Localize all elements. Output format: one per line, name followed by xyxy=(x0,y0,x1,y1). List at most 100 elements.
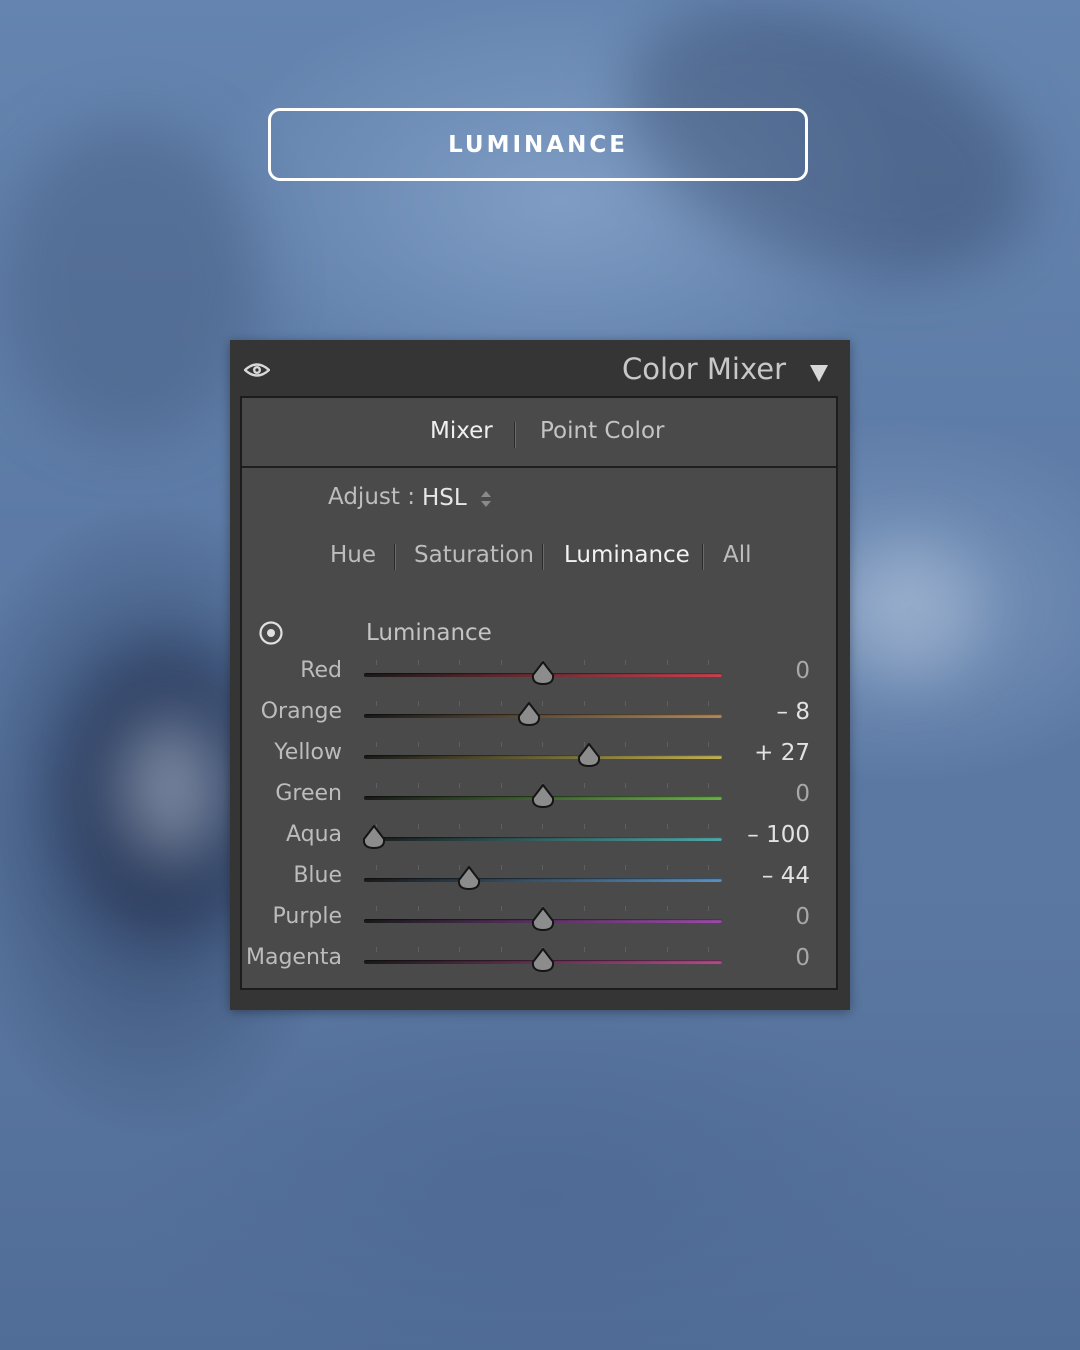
slider-tick xyxy=(542,742,543,747)
mode-tabbar: Mixer Point Color xyxy=(242,398,836,468)
slider-tick xyxy=(459,824,460,829)
slider-tick xyxy=(666,701,668,706)
slider-tick xyxy=(542,865,543,870)
slider-thumb[interactable] xyxy=(531,907,555,933)
slider-tick xyxy=(625,742,626,747)
slider-tick xyxy=(500,660,502,665)
subtab-divider xyxy=(542,544,544,570)
slider-tick xyxy=(500,947,502,952)
slider-tick xyxy=(583,701,585,706)
slider-value[interactable]: – 100 xyxy=(747,822,810,848)
slider-row-blue: Blue – 44 xyxy=(242,861,836,899)
slider-tick xyxy=(500,701,502,706)
subtab-all[interactable]: All xyxy=(723,542,752,568)
slider-tick xyxy=(459,783,460,788)
panel-header: Color Mixer xyxy=(230,340,850,397)
slider-tick xyxy=(666,906,668,911)
slider-thumb[interactable] xyxy=(577,743,601,769)
slider-tick xyxy=(666,742,668,747)
slider-tick xyxy=(625,660,626,665)
slider-tick xyxy=(459,947,460,952)
tab-mixer[interactable]: Mixer xyxy=(430,418,493,444)
subtab-saturation[interactable]: Saturation xyxy=(414,542,534,568)
title-banner: LUMINANCE xyxy=(268,108,808,181)
slider-tick xyxy=(583,947,585,952)
section-label: Luminance xyxy=(366,620,492,646)
slider-label: Aqua xyxy=(285,822,342,847)
slider-tick xyxy=(708,660,709,665)
slider-thumb[interactable] xyxy=(517,702,541,728)
slider-value[interactable]: 0 xyxy=(795,658,810,684)
slider-tick xyxy=(625,906,626,911)
slider-tick xyxy=(625,947,626,952)
slider-tick xyxy=(625,783,626,788)
slider-tick xyxy=(500,742,502,747)
slider-tick xyxy=(376,660,377,665)
slider-row-magenta: Magenta 0 xyxy=(242,943,836,981)
slider-value[interactable]: – 44 xyxy=(762,863,810,889)
panel-body: Mixer Point Color Adjust : HSL Hue Satur… xyxy=(240,396,838,990)
slider-tick xyxy=(625,824,626,829)
slider-value[interactable]: 0 xyxy=(795,904,810,930)
updown-stepper-icon[interactable] xyxy=(480,488,492,510)
slider-tick xyxy=(542,824,543,829)
subtab-luminance[interactable]: Luminance xyxy=(564,542,690,568)
slider-track[interactable] xyxy=(364,714,722,718)
slider-tick xyxy=(583,783,585,788)
slider-tick xyxy=(666,783,668,788)
slider-label: Blue xyxy=(293,863,342,888)
slider-value[interactable]: 0 xyxy=(795,781,810,807)
slider-tick xyxy=(583,824,585,829)
slider-tick xyxy=(708,783,709,788)
slider-tick xyxy=(376,742,377,747)
tab-point-color[interactable]: Point Color xyxy=(540,418,664,444)
triangle-down-icon[interactable] xyxy=(808,362,830,384)
slider-thumb[interactable] xyxy=(531,784,555,810)
slider-tick xyxy=(666,947,668,952)
slider-value[interactable]: + 27 xyxy=(754,740,810,766)
slider-ticks xyxy=(376,865,709,873)
slider-track[interactable] xyxy=(364,878,722,882)
slider-tick xyxy=(417,742,419,747)
subtab-divider xyxy=(394,544,396,570)
slider-label: Magenta xyxy=(245,945,342,970)
slider-value[interactable]: 0 xyxy=(795,945,810,971)
slider-tick xyxy=(542,701,543,706)
slider-tick xyxy=(583,906,585,911)
slider-tick xyxy=(666,865,668,870)
slider-thumb[interactable] xyxy=(457,866,481,892)
subtab-divider xyxy=(702,544,704,570)
slider-row-red: Red 0 xyxy=(242,656,836,694)
slider-tick xyxy=(417,701,419,706)
adjust-label: Adjust : xyxy=(328,484,415,510)
panel-title: Color Mixer xyxy=(621,352,786,386)
slider-tick xyxy=(376,783,377,788)
slider-thumb[interactable] xyxy=(531,948,555,974)
slider-ticks xyxy=(376,824,709,832)
slider-tick xyxy=(459,660,460,665)
slider-track[interactable] xyxy=(364,755,722,759)
slider-value[interactable]: – 8 xyxy=(777,699,810,725)
background-blur xyxy=(120,720,220,860)
subtab-hue[interactable]: Hue xyxy=(330,542,376,568)
slider-tick xyxy=(417,947,419,952)
background-blur xyxy=(0,120,260,440)
slider-tick xyxy=(500,865,502,870)
slider-tick xyxy=(708,742,709,747)
slider-track[interactable] xyxy=(364,837,722,841)
slider-row-yellow: Yellow + 27 xyxy=(242,738,836,776)
banner-title: LUMINANCE xyxy=(448,131,628,158)
tab-divider xyxy=(514,422,516,448)
slider-thumb[interactable] xyxy=(531,661,555,687)
slider-tick xyxy=(625,701,626,706)
slider-tick xyxy=(459,701,460,706)
color-mixer-panel: Color Mixer Mixer Point Color Adjust : H… xyxy=(230,340,850,1010)
eye-icon[interactable] xyxy=(244,360,270,380)
slider-tick xyxy=(708,865,709,870)
slider-tick xyxy=(708,906,709,911)
adjust-value[interactable]: HSL xyxy=(422,485,467,511)
target-adjustment-icon[interactable] xyxy=(258,620,284,646)
slider-thumb[interactable] xyxy=(362,825,386,851)
slider-tick xyxy=(376,947,377,952)
slider-label: Orange xyxy=(260,699,342,724)
